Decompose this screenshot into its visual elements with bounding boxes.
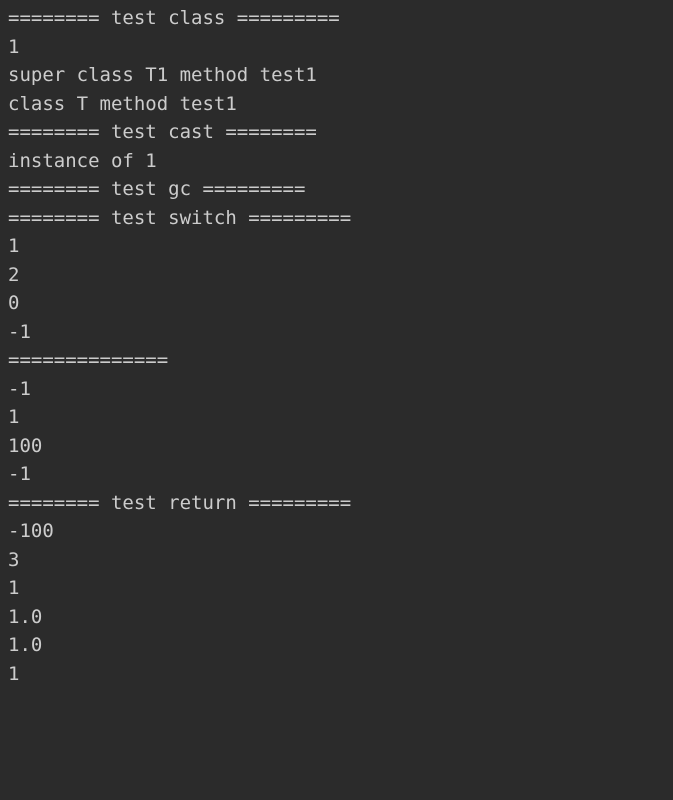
terminal-output: ======== test class ========= 1 super cl… <box>8 4 665 688</box>
terminal-line: 1 <box>8 33 665 62</box>
terminal-line: 3 <box>8 546 665 575</box>
terminal-line: 0 <box>8 289 665 318</box>
terminal-line: super class T1 method test1 <box>8 61 665 90</box>
terminal-line: 2 <box>8 261 665 290</box>
terminal-line: 1.0 <box>8 603 665 632</box>
terminal-line: -1 <box>8 460 665 489</box>
terminal-line: 1.0 <box>8 631 665 660</box>
terminal-line: ======== test return ========= <box>8 489 665 518</box>
terminal-line: ======== test switch ========= <box>8 204 665 233</box>
terminal-line: ======== test class ========= <box>8 4 665 33</box>
terminal-line: instance of 1 <box>8 147 665 176</box>
terminal-line: 100 <box>8 432 665 461</box>
terminal-line: 1 <box>8 574 665 603</box>
terminal-line: ======== test cast ======== <box>8 118 665 147</box>
terminal-line: 1 <box>8 660 665 689</box>
terminal-line: 1 <box>8 232 665 261</box>
terminal-line: ============== <box>8 346 665 375</box>
terminal-line: -1 <box>8 375 665 404</box>
terminal-line: -1 <box>8 318 665 347</box>
terminal-line: 1 <box>8 403 665 432</box>
terminal-line: ======== test gc ========= <box>8 175 665 204</box>
terminal-line: class T method test1 <box>8 90 665 119</box>
terminal-line: -100 <box>8 517 665 546</box>
